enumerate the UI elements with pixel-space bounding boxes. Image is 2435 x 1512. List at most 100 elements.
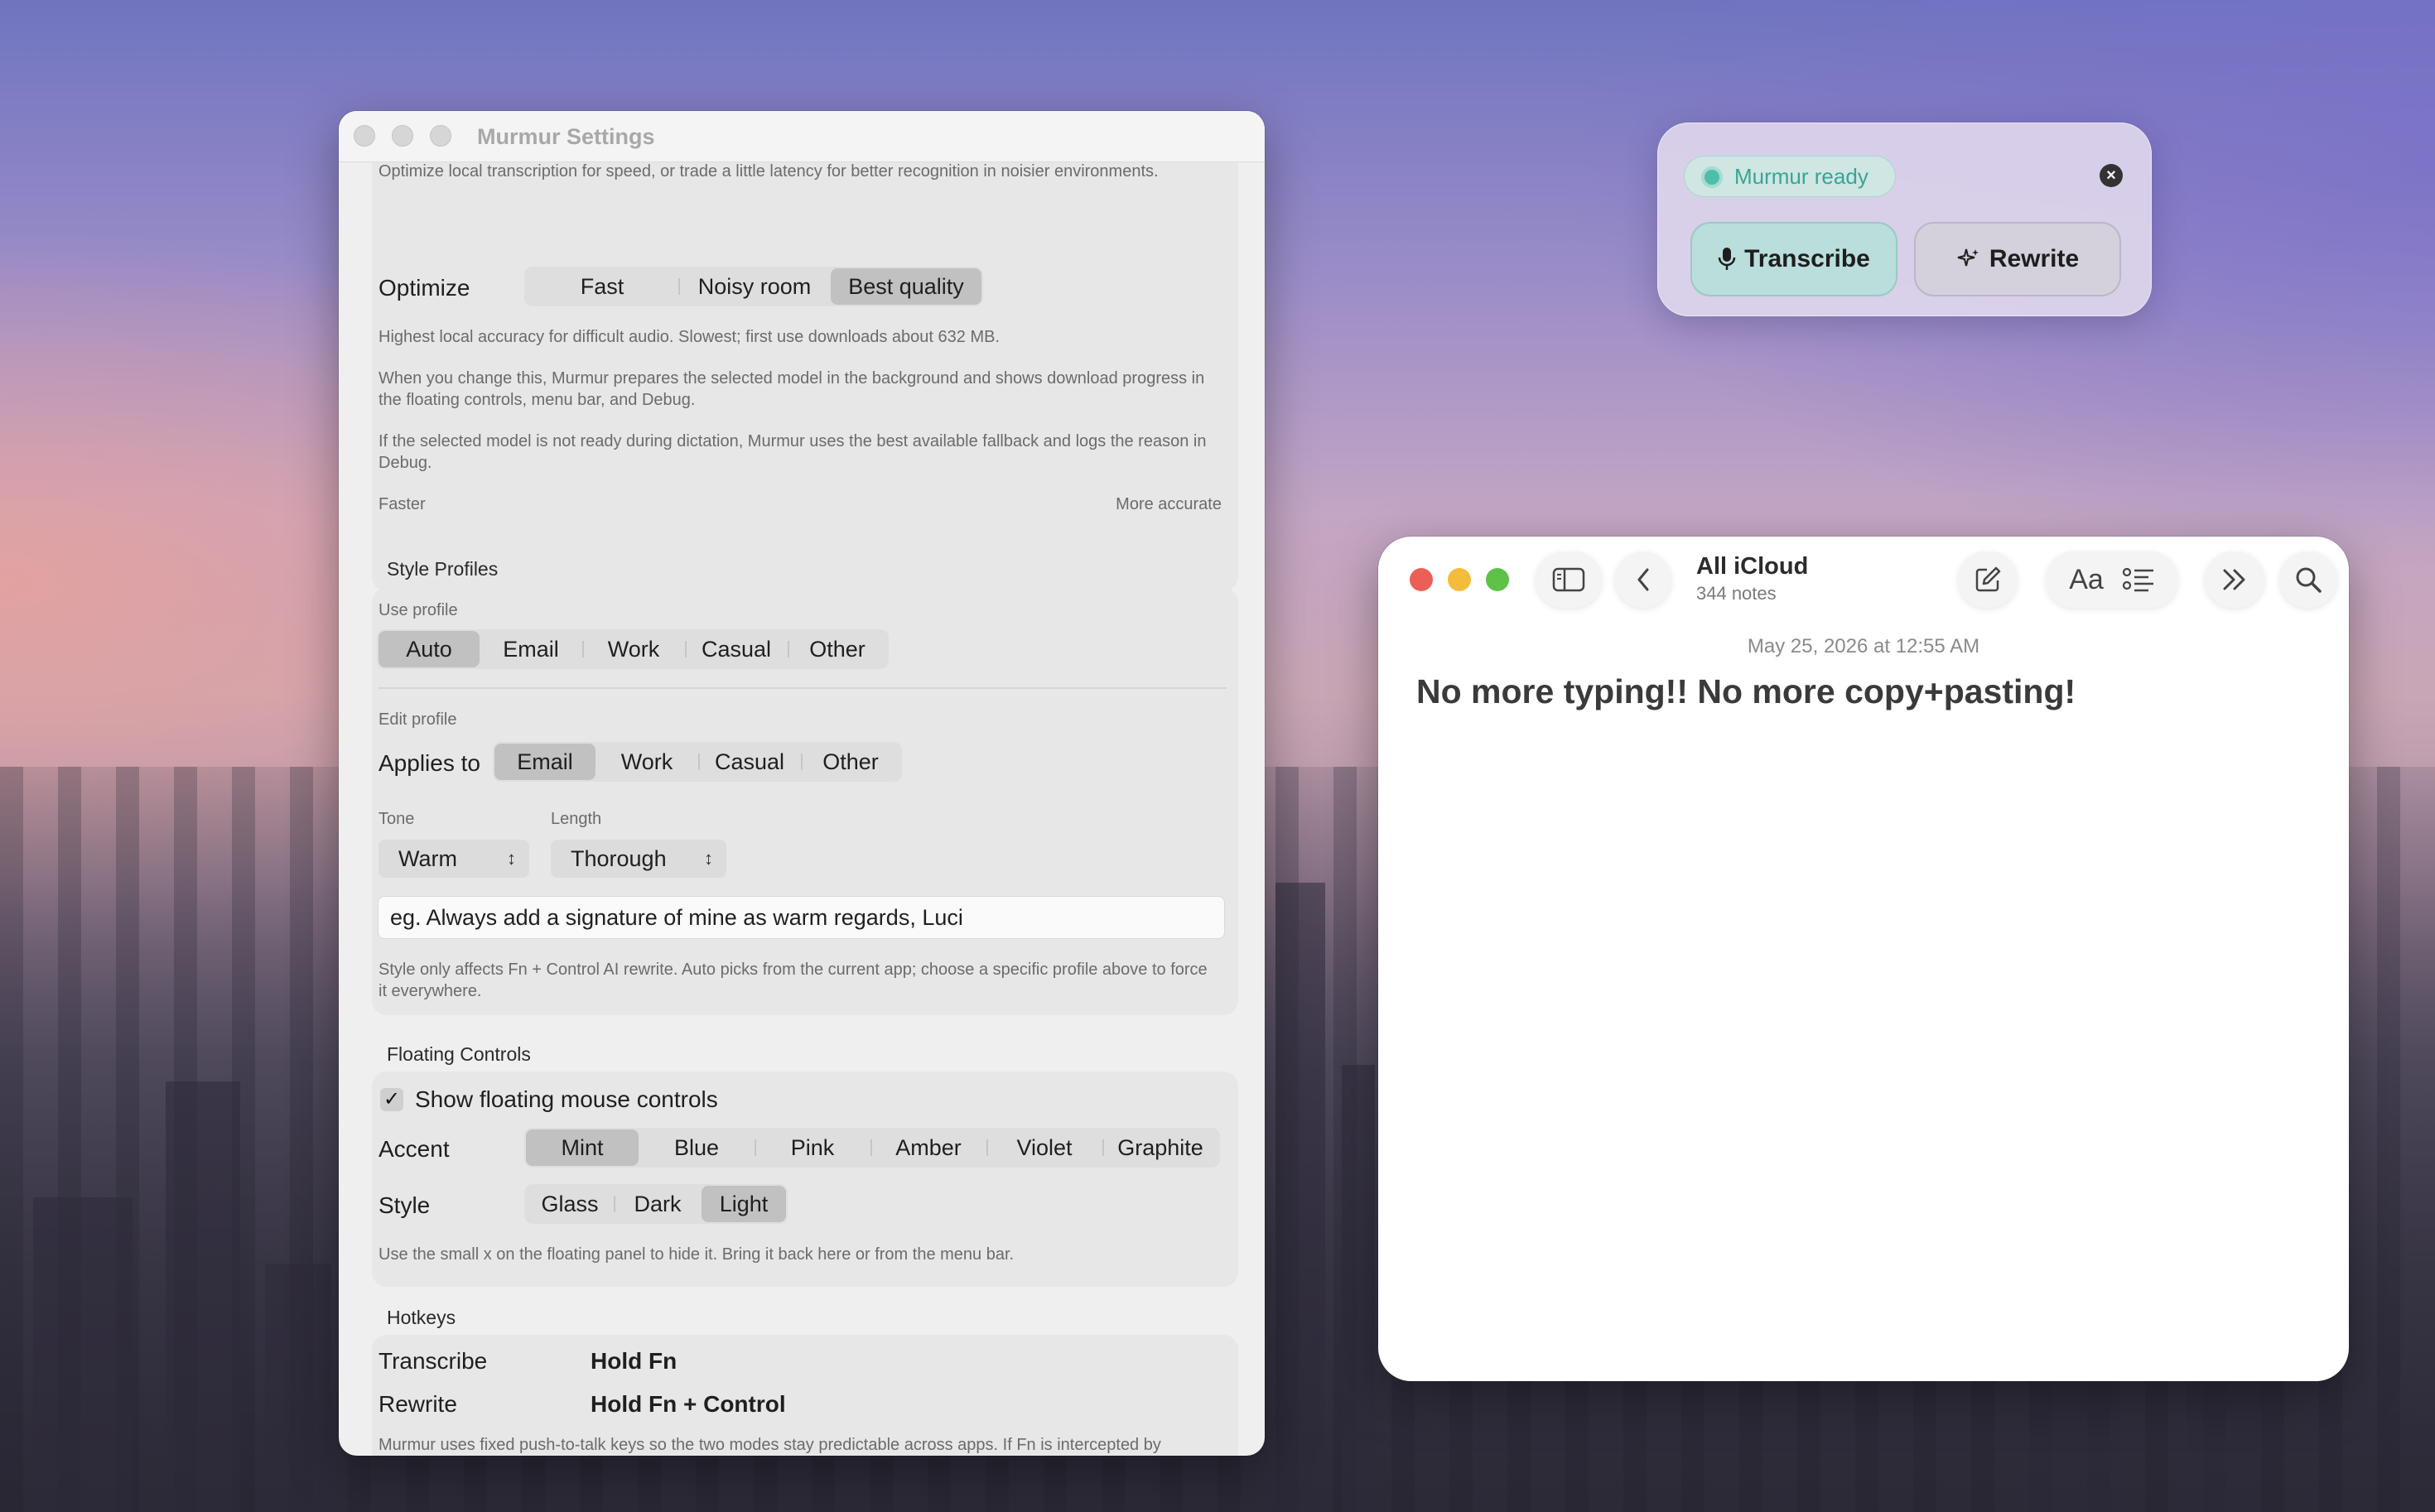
hotkeys-note: Murmur uses fixed push-to-talk keys so t… (379, 1436, 1161, 1454)
note-date: May 25, 2026 at 12:55 AM (1747, 635, 1980, 657)
show-floating-label: Show floating mouse controls (415, 1086, 718, 1112)
profile-instructions-field[interactable]: eg. Always add a signature of mine as wa… (378, 896, 1225, 939)
use-profile-email[interactable]: Email (480, 631, 582, 667)
model-desc-2: When you change this, Murmur prepares th… (379, 369, 1205, 409)
use-profile-other[interactable]: Other (788, 631, 887, 667)
transcribe-button-label: Transcribe (1744, 245, 1870, 272)
model-intro: Optimize local transcription for speed, … (379, 162, 1159, 181)
settings-scroll-area[interactable]: Optimize local transcription for speed, … (339, 129, 1265, 1456)
use-profile-work[interactable]: Work (582, 631, 685, 667)
sidebar-toggle-button[interactable] (1536, 551, 1602, 608)
accent-segmented[interactable]: Mint Blue Pink Amber Violet Graphite (524, 1128, 1220, 1168)
edit-profile-label: Edit profile (379, 710, 457, 729)
style-segmented[interactable]: Glass Dark Light (524, 1184, 788, 1224)
format-toolbar-group: Aa (2046, 551, 2178, 608)
notes-zoom-button[interactable] (1486, 568, 1509, 591)
more-toolbar-button[interactable] (2205, 551, 2264, 608)
accent-violet[interactable]: Violet (986, 1129, 1102, 1166)
profile-divider (379, 687, 1227, 689)
text-format-icon[interactable]: Aa (2069, 564, 2104, 596)
settings-window: Murmur Settings Optimize local transcrip… (339, 111, 1265, 1456)
accent-mint[interactable]: Mint (526, 1129, 639, 1166)
zoom-button[interactable] (430, 125, 451, 147)
length-label: Length (551, 810, 602, 828)
accent-amber[interactable]: Amber (870, 1129, 986, 1166)
applies-other[interactable]: Other (801, 744, 900, 780)
notes-close-button[interactable] (1410, 568, 1433, 591)
tone-label: Tone (379, 810, 415, 828)
optimize-fast[interactable]: Fast (526, 268, 678, 305)
minimize-button[interactable] (392, 125, 413, 147)
optimize-best-quality[interactable]: Best quality (831, 268, 981, 305)
accent-label: Accent (379, 1136, 450, 1162)
optimize-label: Optimize (379, 275, 470, 301)
transcribe-button[interactable]: Transcribe (1690, 222, 1897, 296)
accent-blue[interactable]: Blue (639, 1129, 755, 1166)
compose-icon (1974, 566, 2002, 594)
model-desc-1: Highest local accuracy for difficult aud… (379, 328, 1001, 346)
use-profile-segmented[interactable]: Auto Email Work Casual Other (377, 629, 889, 669)
hotkey-rewrite-label: Rewrite (379, 1391, 457, 1417)
tone-popup[interactable]: Warm ↕ (379, 840, 529, 878)
tone-value: Warm (398, 846, 457, 871)
status-text: Murmur ready (1734, 164, 1868, 189)
hotkey-transcribe-label: Transcribe (379, 1348, 488, 1374)
notes-count: 344 notes (1696, 583, 1777, 604)
more-accurate-label: More accurate (1116, 495, 1222, 513)
style-profiles-note: Style only affects Fn + Control AI rewri… (379, 961, 1208, 1000)
model-card (372, 129, 1238, 591)
applies-to-segmented[interactable]: Email Work Casual Other (493, 742, 902, 782)
faster-label: Faster (379, 495, 426, 513)
sidebar-icon (1552, 566, 1585, 593)
notes-folder-title: All iCloud (1696, 553, 1809, 580)
use-profile-label: Use profile (379, 601, 458, 619)
floating-controls-heading: Floating Controls (387, 1043, 531, 1065)
note-body-title[interactable]: No more typing!! No more copy+pasting! (1416, 672, 2076, 711)
settings-titlebar: Murmur Settings (339, 111, 1265, 162)
rewrite-button-label: Rewrite (1989, 245, 2080, 272)
search-icon (2294, 566, 2322, 594)
notes-window: All iCloud 344 notes Aa May 25, 2026 at … (1378, 537, 2349, 1381)
floating-controls-note: Use the small x on the floating panel to… (379, 1245, 1015, 1264)
back-button[interactable] (1615, 551, 1671, 608)
style-label: Style (379, 1192, 431, 1218)
style-light[interactable]: Light (702, 1186, 786, 1222)
status-pill: Murmur ready (1684, 156, 1896, 197)
checklist-icon[interactable] (2122, 566, 2155, 594)
accent-pink[interactable]: Pink (755, 1129, 870, 1166)
accent-graphite[interactable]: Graphite (1102, 1129, 1218, 1166)
rewrite-button[interactable]: Rewrite (1914, 222, 2121, 296)
model-desc-3: If the selected model is not ready durin… (379, 432, 1207, 472)
notes-minimize-button[interactable] (1448, 568, 1471, 591)
chevron-double-right-icon (2220, 567, 2249, 592)
status-dot-icon (1704, 170, 1719, 185)
applies-email[interactable]: Email (494, 744, 595, 780)
style-profiles-heading: Style Profiles (387, 558, 499, 580)
hotkeys-heading: Hotkeys (387, 1307, 456, 1328)
microphone-icon (1718, 247, 1736, 272)
chevron-updown-icon: ↕ (704, 848, 713, 869)
applies-work[interactable]: Work (595, 744, 698, 780)
chevron-left-icon (1635, 566, 1651, 593)
applies-casual[interactable]: Casual (698, 744, 801, 780)
close-button[interactable] (354, 125, 375, 147)
style-glass[interactable]: Glass (526, 1186, 614, 1222)
window-title: Murmur Settings (477, 124, 655, 149)
use-profile-casual[interactable]: Casual (685, 631, 788, 667)
length-value: Thorough (571, 846, 667, 871)
new-note-button[interactable] (1958, 551, 2018, 608)
hotkey-transcribe-key: Hold Fn (591, 1348, 677, 1374)
optimize-noisy-room[interactable]: Noisy room (678, 268, 831, 305)
use-profile-auto[interactable]: Auto (379, 631, 480, 667)
optimize-segmented[interactable]: Fast Noisy room Best quality (524, 267, 983, 306)
chevron-updown-icon: ↕ (507, 848, 516, 869)
search-button[interactable] (2279, 551, 2337, 608)
close-panel-icon[interactable]: × (2100, 164, 2123, 187)
style-dark[interactable]: Dark (614, 1186, 702, 1222)
hotkey-rewrite-key: Hold Fn + Control (591, 1391, 786, 1417)
length-popup[interactable]: Thorough ↕ (551, 840, 726, 878)
show-floating-checkbox[interactable]: ✓ (380, 1088, 403, 1111)
sparkles-icon (1956, 247, 1981, 272)
applies-to-label: Applies to (379, 750, 480, 776)
floating-controls-panel: Murmur ready × Transcribe Rewrite (1657, 123, 2152, 316)
